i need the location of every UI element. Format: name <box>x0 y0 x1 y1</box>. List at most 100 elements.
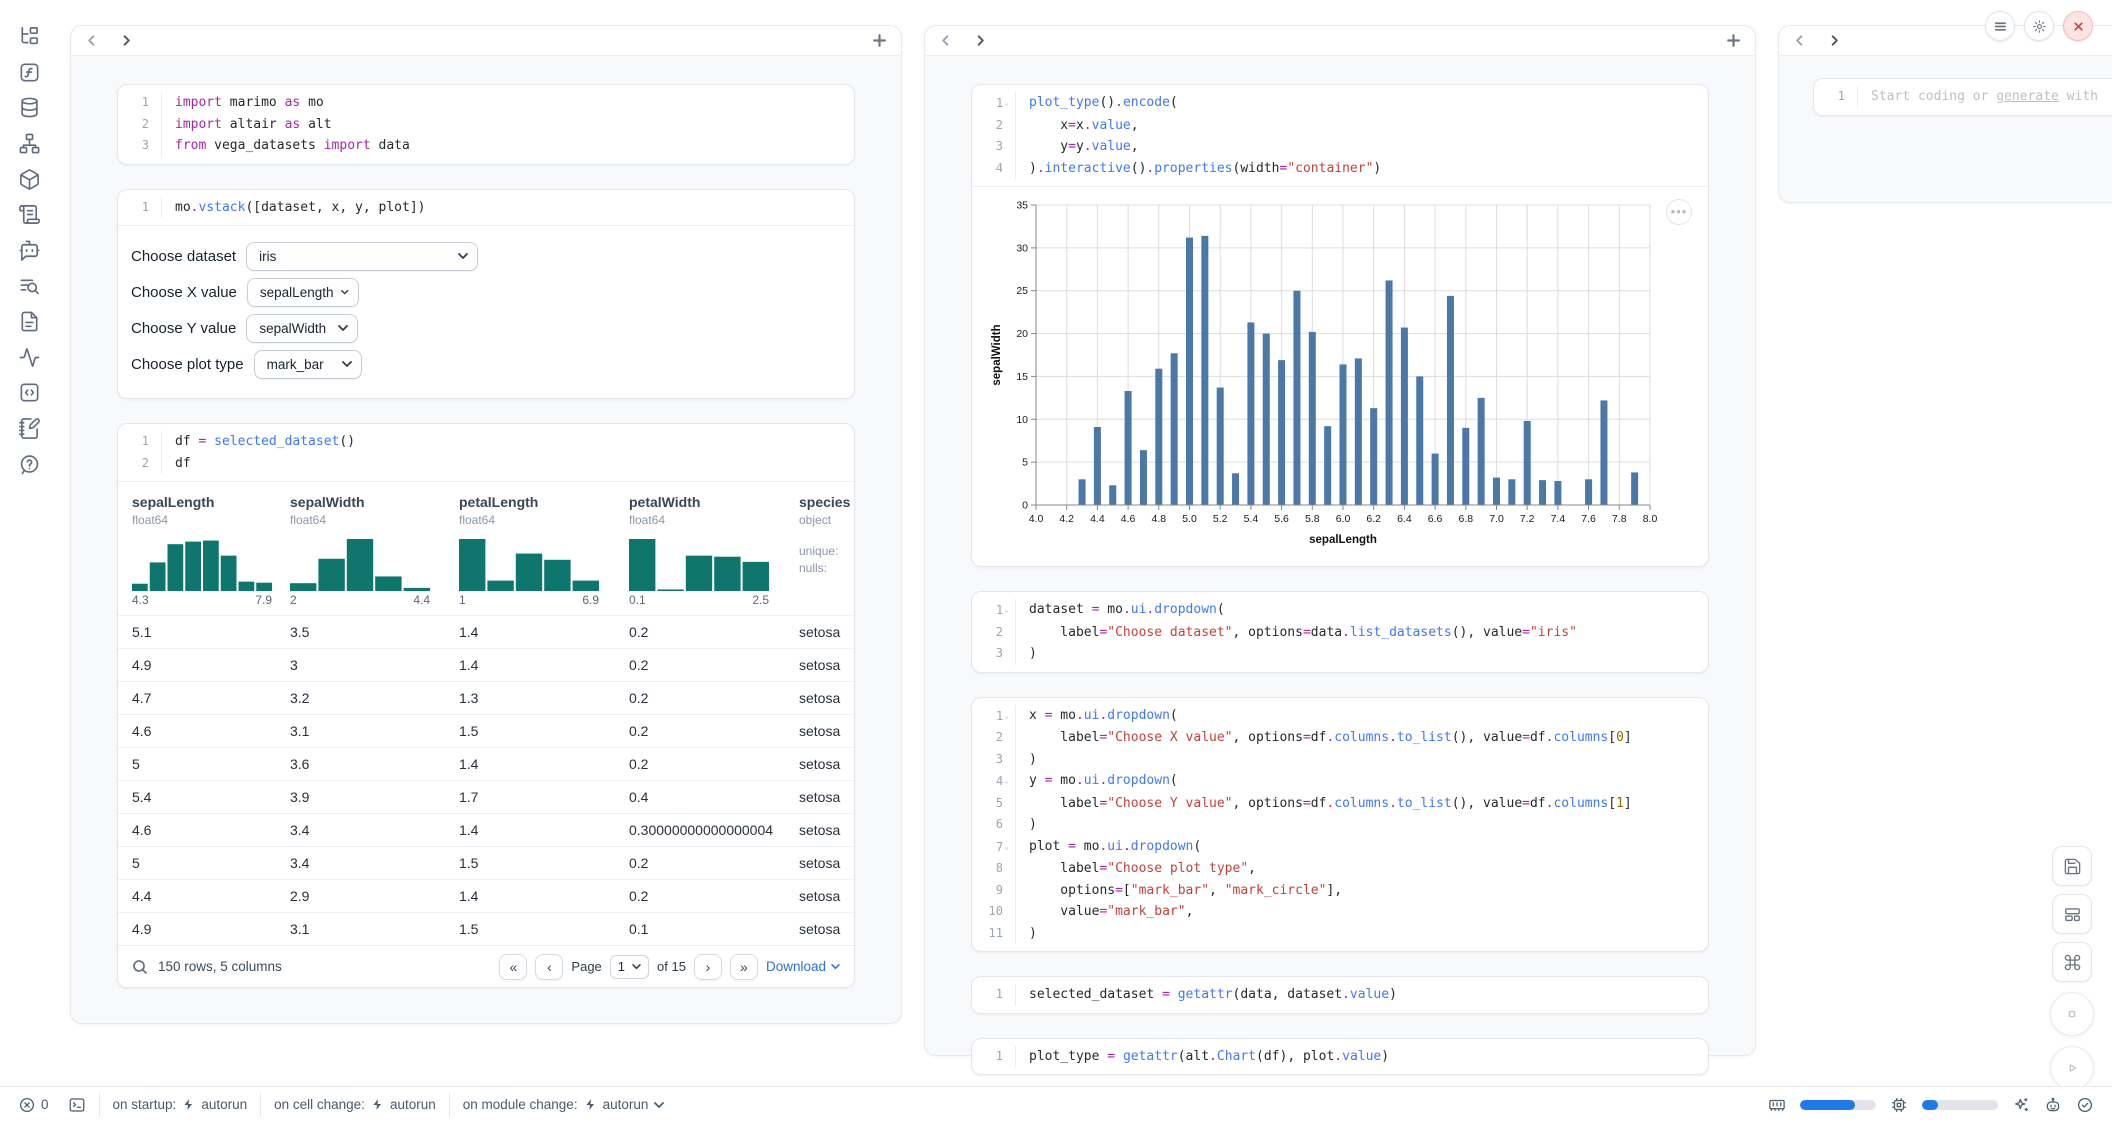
table-row[interactable]: 5.43.91.70.4setosa <box>118 780 854 813</box>
scroll-right-icon[interactable] <box>974 34 987 47</box>
column-header-petalLength[interactable]: petalLength float64 16.9 <box>459 494 629 615</box>
table-row[interactable]: 4.63.41.40.30000000000000004setosa <box>118 813 854 846</box>
command-icon[interactable] <box>2052 942 2092 982</box>
table-row[interactable]: 4.63.11.50.2setosa <box>118 714 854 747</box>
code-line[interactable]: 1mo.vstack([dataset, x, y, plot]) <box>118 197 854 219</box>
bot-icon[interactable] <box>2044 1096 2062 1114</box>
packages-icon[interactable] <box>14 164 44 194</box>
code-line[interactable]: 7⌄plot = mo.ui.dropdown( <box>972 836 1708 859</box>
prev-page-button[interactable]: ‹ <box>535 954 563 980</box>
table-row[interactable]: 5.13.51.40.2setosa <box>118 615 854 648</box>
stop-icon[interactable] <box>2050 992 2094 1036</box>
table-row[interactable]: 4.93.11.50.1setosa <box>118 912 854 945</box>
code-editor[interactable]: 1plot_type = getattr(alt.Chart(df), plot… <box>972 1039 1708 1075</box>
code-line[interactable]: 1plot_type = getattr(alt.Chart(df), plot… <box>972 1046 1708 1068</box>
code-line[interactable]: 1⌄x = mo.ui.dropdown( <box>972 705 1708 728</box>
code-line[interactable]: 2import altair as alt <box>118 114 854 136</box>
code-line[interactable]: 2 x=x.value, <box>972 115 1708 137</box>
code-line[interactable]: 1df = selected_dataset() <box>118 431 854 453</box>
check-circle-icon[interactable] <box>2076 1096 2094 1114</box>
code-editor[interactable]: 1⌄x = mo.ui.dropdown(2 label="Choose X v… <box>972 698 1708 952</box>
column-header-petalWidth[interactable]: petalWidth float64 0.12.5 <box>629 494 799 615</box>
scroll-left-icon[interactable] <box>1793 34 1806 47</box>
code-line[interactable]: 2df <box>118 453 854 475</box>
plot-type-select[interactable]: mark_bar <box>254 350 362 379</box>
scroll-right-icon[interactable] <box>1828 34 1841 47</box>
functions-icon[interactable] <box>14 57 44 87</box>
dependencies-icon[interactable] <box>14 128 44 158</box>
last-page-button[interactable]: » <box>730 954 758 980</box>
add-cell-icon[interactable] <box>872 33 887 48</box>
code-line[interactable]: 1⌄plot_type().encode( <box>972 92 1708 115</box>
gear-icon[interactable] <box>2024 11 2054 41</box>
documentation-icon[interactable] <box>14 199 44 229</box>
sparkles-icon[interactable] <box>2012 1096 2030 1114</box>
x-value-select[interactable]: sepalLength <box>247 278 359 307</box>
code-line[interactable]: 3from vega_datasets import data <box>118 135 854 157</box>
on-startup-setting[interactable]: on startup: autorun <box>113 1097 248 1112</box>
page-select[interactable]: 1 <box>610 955 649 979</box>
scroll-left-icon[interactable] <box>85 34 98 47</box>
save-icon[interactable] <box>2052 846 2092 886</box>
table-row[interactable]: 53.41.50.2setosa <box>118 846 854 879</box>
table-row[interactable]: 4.931.40.2setosa <box>118 648 854 681</box>
dataset-select[interactable]: iris <box>246 242 478 271</box>
menu-icon[interactable] <box>1985 11 2015 41</box>
column-header-species[interactable]: species object unique: nulls: <box>799 494 854 615</box>
on-cell-change-setting[interactable]: on cell change: autorun <box>274 1097 436 1112</box>
layout-icon[interactable] <box>2052 894 2092 934</box>
errors-badge[interactable]: 0 <box>18 1096 49 1114</box>
download-button[interactable]: Download <box>766 959 840 974</box>
column-header-sepalLength[interactable]: sepalLength float64 4.37.9 <box>132 494 290 615</box>
code-line[interactable]: 3 y=y.value, <box>972 136 1708 158</box>
code-editor[interactable]: 1mo.vstack([dataset, x, y, plot]) <box>118 190 854 227</box>
bar-chart[interactable]: 051015202530354.04.24.44.64.85.05.25.45.… <box>988 195 1664 551</box>
code-editor-placeholder[interactable]: 1Start coding or generate with <box>1814 79 2112 115</box>
table-row[interactable]: 53.61.40.2setosa <box>118 747 854 780</box>
code-line[interactable]: 1Start coding or generate with <box>1814 86 2112 108</box>
first-page-button[interactable]: « <box>499 954 527 980</box>
add-cell-icon[interactable] <box>1726 33 1741 48</box>
code-line[interactable]: 9 options=["mark_bar", "mark_circle"], <box>972 880 1708 902</box>
code-editor[interactable]: 1df = selected_dataset()2df <box>118 424 854 482</box>
code-line[interactable]: 10 value="mark_bar", <box>972 901 1708 923</box>
table-row[interactable]: 4.42.91.40.2setosa <box>118 879 854 912</box>
code-line[interactable]: 4).interactive().properties(width="conta… <box>972 158 1708 180</box>
database-icon[interactable] <box>14 92 44 122</box>
chat-icon[interactable] <box>14 235 44 265</box>
file-tree-icon[interactable] <box>14 21 44 51</box>
tracing-icon[interactable] <box>14 342 44 372</box>
code-line[interactable]: 1⌄dataset = mo.ui.dropdown( <box>972 599 1708 622</box>
close-icon[interactable] <box>2063 11 2093 41</box>
code-editor[interactable]: 1⌄dataset = mo.ui.dropdown(2 label="Choo… <box>972 592 1708 672</box>
cpu-usage-meter[interactable] <box>1922 1100 1998 1110</box>
help-icon[interactable] <box>14 449 44 479</box>
code-editor[interactable]: 1selected_dataset = getattr(data, datase… <box>972 977 1708 1013</box>
logs-icon[interactable] <box>14 271 44 301</box>
column-header-sepalWidth[interactable]: sepalWidth float64 24.4 <box>290 494 459 615</box>
code-line[interactable]: 11) <box>972 923 1708 945</box>
code-line[interactable]: 1selected_dataset = getattr(data, datase… <box>972 984 1708 1006</box>
search-icon[interactable] <box>132 959 148 975</box>
ram-usage-meter[interactable] <box>1800 1100 1876 1110</box>
table-row[interactable]: 4.73.21.30.2setosa <box>118 681 854 714</box>
code-line[interactable]: 5 label="Choose Y value", options=df.col… <box>972 793 1708 815</box>
snippets-icon[interactable] <box>14 306 44 336</box>
code-line[interactable]: 6) <box>972 814 1708 836</box>
terminal-icon[interactable] <box>68 1096 86 1114</box>
code-line[interactable]: 2 label="Choose X value", options=df.col… <box>972 727 1708 749</box>
code-line[interactable]: 4⌄y = mo.ui.dropdown( <box>972 770 1708 793</box>
y-value-select[interactable]: sepalWidth <box>246 314 358 343</box>
on-module-change-setting[interactable]: on module change: autorun <box>463 1097 665 1112</box>
next-page-button[interactable]: › <box>694 954 722 980</box>
chart-options-icon[interactable]: ••• <box>1666 199 1692 225</box>
scroll-right-icon[interactable] <box>120 34 133 47</box>
code-line[interactable]: 3) <box>972 643 1708 665</box>
code-editor[interactable]: 1import marimo as mo2import altair as al… <box>118 85 854 164</box>
code-editor[interactable]: 1⌄plot_type().encode(2 x=x.value,3 y=y.v… <box>972 85 1708 187</box>
scratchpad-icon[interactable] <box>14 413 44 443</box>
run-icon[interactable] <box>2050 1046 2094 1090</box>
code-line[interactable]: 2 label="Choose dataset", options=data.l… <box>972 622 1708 644</box>
scroll-left-icon[interactable] <box>939 34 952 47</box>
code-line[interactable]: 8 label="Choose plot type", <box>972 858 1708 880</box>
